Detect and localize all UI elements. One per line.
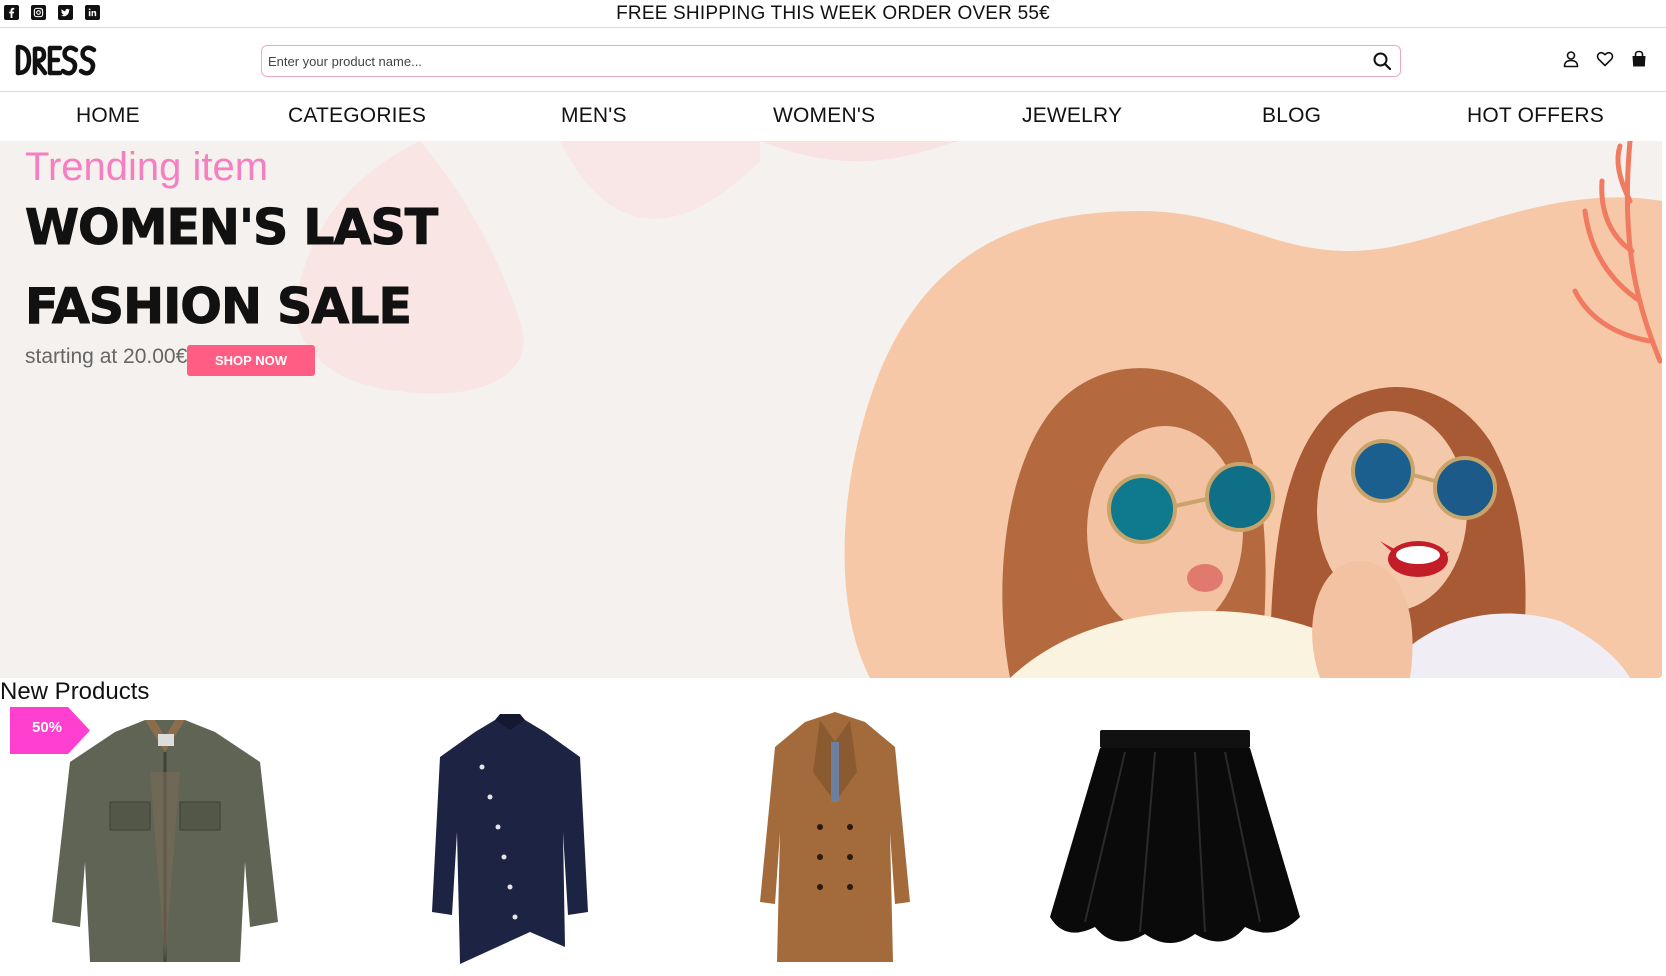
heart-icon[interactable] bbox=[1596, 50, 1614, 68]
site-header bbox=[0, 28, 1666, 92]
hero-banner: Trending item WOMEN'S LAST FASHION SALE … bbox=[0, 141, 1662, 678]
search-bar bbox=[261, 45, 1401, 77]
main-nav: HOME CATEGORIES MEN'S WOMEN'S JEWELRY BL… bbox=[0, 92, 1666, 141]
dress-logo[interactable] bbox=[14, 40, 98, 80]
product-jacket-image[interactable] bbox=[40, 712, 290, 972]
top-bar: FREE SHIPPING THIS WEEK ORDER OVER 55€ bbox=[0, 0, 1666, 28]
nav-item-home[interactable]: HOME bbox=[76, 104, 140, 128]
shipping-banner: FREE SHIPPING THIS WEEK ORDER OVER 55€ bbox=[616, 3, 1050, 24]
product-skirt-image[interactable] bbox=[1045, 712, 1305, 972]
bag-icon[interactable] bbox=[1630, 50, 1648, 68]
nav-item-categories[interactable]: CATEGORIES bbox=[288, 104, 426, 128]
nav-item-hot-offers[interactable]: HOT OFFERS bbox=[1467, 104, 1604, 128]
nav-item-womens[interactable]: WOMEN'S bbox=[773, 104, 875, 128]
search-icon[interactable] bbox=[1372, 51, 1392, 71]
nav-item-jewelry[interactable]: JEWELRY bbox=[1022, 104, 1122, 128]
new-products-heading: New Products bbox=[0, 678, 150, 705]
hero-title-line-2: FASHION SALE bbox=[25, 278, 413, 336]
product-shirt-image[interactable] bbox=[420, 712, 600, 972]
user-icon[interactable] bbox=[1562, 50, 1580, 68]
hero-title-line-1: WOMEN'S LAST bbox=[24, 199, 438, 257]
nav-item-mens[interactable]: MEN'S bbox=[561, 104, 627, 128]
header-actions bbox=[1562, 50, 1648, 68]
nav-item-blog[interactable]: BLOG bbox=[1262, 104, 1321, 128]
hero-price-text: starting at 20.00€ bbox=[25, 345, 188, 368]
hero-kicker: Trending item bbox=[25, 145, 269, 189]
product-coat-image[interactable] bbox=[745, 712, 925, 972]
search-input[interactable] bbox=[262, 46, 1362, 76]
shop-now-button[interactable]: SHOP NOW bbox=[187, 345, 315, 376]
